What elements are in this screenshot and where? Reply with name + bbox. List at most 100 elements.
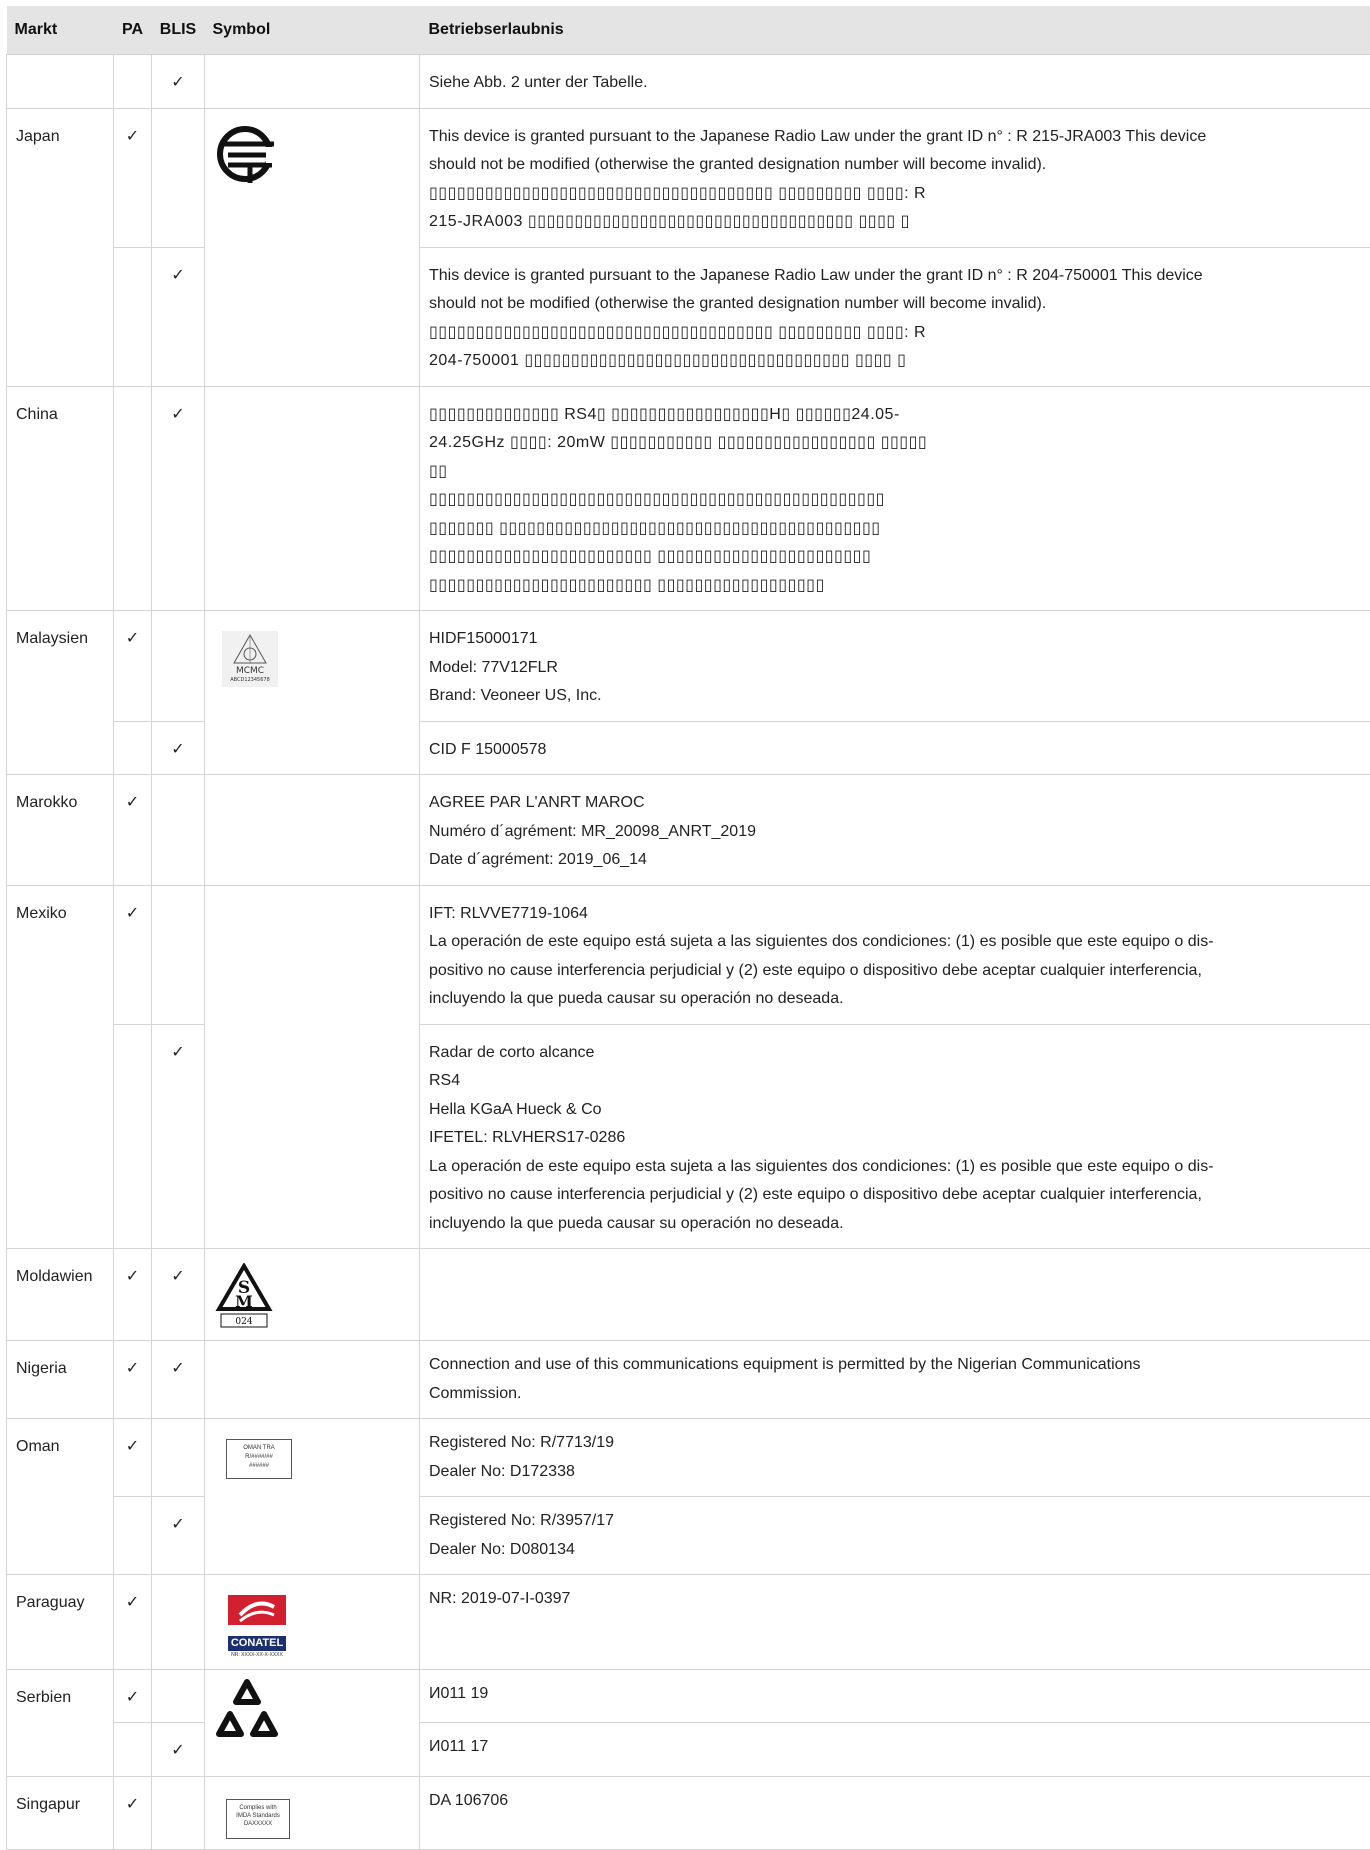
permit-line: RS4 (429, 1067, 1361, 1096)
permit-line: NR: 2019-07-I-0397 (429, 1585, 1361, 1614)
pa-check: ✓ (114, 1776, 152, 1849)
pa-check: ✓ (114, 611, 152, 722)
header-pa: PA (114, 6, 152, 55)
permit-text: Registered No: R/7713/19 Dealer No: D172… (420, 1419, 1370, 1497)
conatel-label: CONATEL (228, 1636, 286, 1651)
moldova-code: 024 (235, 1317, 252, 1327)
blis-cell (152, 1669, 205, 1723)
pa-cell (114, 1024, 152, 1249)
mcmc-label: MCMC (236, 666, 264, 676)
blis-cell (152, 1575, 205, 1670)
symbol-cell: Complies with IMDA Standards DAXXXXX (205, 1776, 420, 1849)
market-nigeria: Nigeria (7, 1341, 114, 1419)
permit-line: Numéro d´agrément: MR_20098_ANRT_2019 (429, 818, 1361, 847)
table-row: Paraguay ✓ CONATEL NR: XXXX-XX-X-XXXX NR… (7, 1575, 1370, 1670)
permit-line: should not be modified (otherwise the gr… (429, 151, 1361, 180)
pa-cell (114, 721, 152, 775)
permit-text: CID F 15000578 (420, 721, 1370, 775)
table-row: Oman ✓ OMAN TRA R/####/## ###### Registe… (7, 1419, 1370, 1497)
permit-line: ▯▯▯▯▯▯▯ ▯▯▯▯▯▯▯▯▯▯▯▯▯▯▯▯▯▯▯▯▯▯▯▯▯▯▯▯▯▯▯▯… (429, 515, 1361, 544)
table-row: Singapur ✓ Complies with IMDA Standards … (7, 1776, 1370, 1849)
blis-check: ✓ (152, 721, 205, 775)
permit-line: ▯▯▯▯▯▯▯▯▯▯▯▯▯▯▯▯▯▯▯▯▯▯▯▯ ▯▯▯▯▯▯▯▯▯▯▯▯▯▯▯… (429, 572, 1361, 601)
permit-line: 215-JRA003 ▯▯▯▯▯▯▯▯▯▯▯▯▯▯▯▯▯▯▯▯▯▯▯▯▯▯▯▯▯… (429, 208, 1361, 237)
permit-line: Date d´agrément: 2019_06_14 (429, 846, 1361, 875)
pa-check: ✓ (114, 885, 152, 1024)
table-row: China ✓ ▯▯▯▯▯▯▯▯▯▯▯▯▯▯ RS4▯ ▯▯▯▯▯▯▯▯▯▯▯▯… (7, 386, 1370, 611)
market-cell (7, 55, 114, 109)
header-row: Markt PA BLIS Symbol Betriebserlaubnis (7, 6, 1370, 55)
permit-line: incluyendo la que pueda causar su operac… (429, 985, 1361, 1014)
permit-line: ▯▯▯▯▯▯▯▯▯▯▯▯▯▯▯▯▯▯▯▯▯▯▯▯▯▯▯▯▯▯▯▯▯▯▯▯▯ ▯▯… (429, 180, 1361, 209)
header-market: Markt (7, 6, 114, 55)
permit-line: La operación de este equipo esta sujeta … (429, 1153, 1361, 1182)
permit-text: AGREE PAR L'ANRT MAROC Numéro d´agrément… (420, 775, 1370, 886)
permit-line: HIDF15000171 (429, 625, 1361, 654)
permit-line: CID F 15000578 (429, 736, 1361, 765)
conatel-logo: CONATEL NR: XXXX-XX-X-XXXX (228, 1595, 286, 1659)
header-blis: BLIS (152, 6, 205, 55)
table-row: Moldawien ✓ ✓ S M 024 (7, 1249, 1370, 1341)
imda-label-line: DAXXXXX (227, 1820, 289, 1828)
permit-text: Radar de corto alcance RS4 Hella KGaA Hu… (420, 1024, 1370, 1249)
permit-text: This device is granted pursuant to the J… (420, 108, 1370, 247)
market-singapore: Singapur (7, 1776, 114, 1849)
pa-cell (114, 55, 152, 109)
pa-cell (114, 1497, 152, 1575)
permit-text (420, 1249, 1370, 1341)
pa-check: ✓ (114, 1341, 152, 1419)
oman-label-line: R/####/## (227, 1453, 291, 1462)
table-row: ✓ Siehe Abb. 2 unter der Tabelle. (7, 55, 1370, 109)
approvals-table: Markt PA BLIS Symbol Betriebserlaubnis ✓… (6, 6, 1370, 1850)
market-china: China (7, 386, 114, 611)
permit-line: Radar de corto alcance (429, 1039, 1361, 1068)
pa-check: ✓ (114, 1419, 152, 1497)
permit-line: Dealer No: D080134 (429, 1536, 1361, 1565)
permit-text: This device is granted pursuant to the J… (420, 247, 1370, 386)
permit-line: AGREE PAR L'ANRT MAROC (429, 789, 1361, 818)
conatel-sub: NR: XXXX-XX-X-XXXX (228, 1651, 286, 1659)
table-row: Mexiko ✓ IFT: RLVVE7719-1064 La operació… (7, 885, 1370, 1024)
symbol-cell (205, 775, 420, 886)
mcmc-triangle-icon: MCMC ABCD12345678 (222, 631, 278, 687)
pa-cell (114, 1723, 152, 1777)
market-malaysia: Malaysien (7, 611, 114, 775)
permit-text: IFT: RLVVE7719-1064 La operación de este… (420, 885, 1370, 1024)
permit-line: Connection and use of this communication… (429, 1351, 1361, 1380)
market-morocco: Marokko (7, 775, 114, 886)
permit-line: positivo no cause interferencia perjudic… (429, 1181, 1361, 1210)
permit-line: И011 19 (429, 1680, 1361, 1709)
permit-line: This device is granted pursuant to the J… (429, 123, 1361, 152)
permit-line: positivo no cause interferencia perjudic… (429, 957, 1361, 986)
permit-text: Registered No: R/3957/17 Dealer No: D080… (420, 1497, 1370, 1575)
permit-text: И011 19 (420, 1669, 1370, 1723)
permit-line: 24.25GHz ▯▯▯▯: 20mW ▯▯▯▯▯▯▯▯▯▯▯ ▯▯▯▯▯▯▯▯… (429, 429, 1361, 458)
mcmc-sub: ABCD12345678 (230, 677, 270, 683)
blis-cell (152, 611, 205, 722)
oman-label-line: OMAN TRA (227, 1444, 291, 1453)
permit-line: ▯▯▯▯▯▯▯▯▯▯▯▯▯▯▯▯▯▯▯▯▯▯▯▯ ▯▯▯▯▯▯▯▯▯▯▯▯▯▯▯… (429, 543, 1361, 572)
permit-line: ▯▯▯▯▯▯▯▯▯▯▯▯▯▯▯▯▯▯▯▯▯▯▯▯▯▯▯▯▯▯▯▯▯▯▯▯▯ ▯▯… (429, 319, 1361, 348)
permit-text: NR: 2019-07-I-0397 (420, 1575, 1370, 1670)
pa-check: ✓ (114, 108, 152, 247)
permit-text: И011 17 (420, 1723, 1370, 1777)
header-permit: Betriebserlaubnis (420, 6, 1370, 55)
imda-label: Complies with IMDA Standards DAXXXXX (226, 1799, 290, 1839)
symbol-cell (205, 1669, 420, 1776)
symbol-cell: MCMC ABCD12345678 (205, 611, 420, 775)
permit-line: 204-750001 ▯▯▯▯▯▯▯▯▯▯▯▯▯▯▯▯▯▯▯▯▯▯▯▯▯▯▯▯▯… (429, 347, 1361, 376)
serbia-triangles-icon (214, 1678, 280, 1744)
blis-check: ✓ (152, 1249, 205, 1341)
table-row: Serbien ✓ И011 19 (7, 1669, 1370, 1723)
permit-line: И011 17 (429, 1733, 1361, 1762)
permit-line: Registered No: R/3957/17 (429, 1507, 1361, 1536)
blis-check: ✓ (152, 386, 205, 611)
pa-cell (114, 247, 152, 386)
symbol-cell (205, 108, 420, 386)
permit-line: IFETEL: RLVHERS17-0286 (429, 1124, 1361, 1153)
blis-cell (152, 108, 205, 247)
imda-label-line: IMDA Standards (227, 1812, 289, 1820)
blis-check: ✓ (152, 1341, 205, 1419)
permit-line: Brand: Veoneer US, Inc. (429, 682, 1361, 711)
market-paraguay: Paraguay (7, 1575, 114, 1670)
